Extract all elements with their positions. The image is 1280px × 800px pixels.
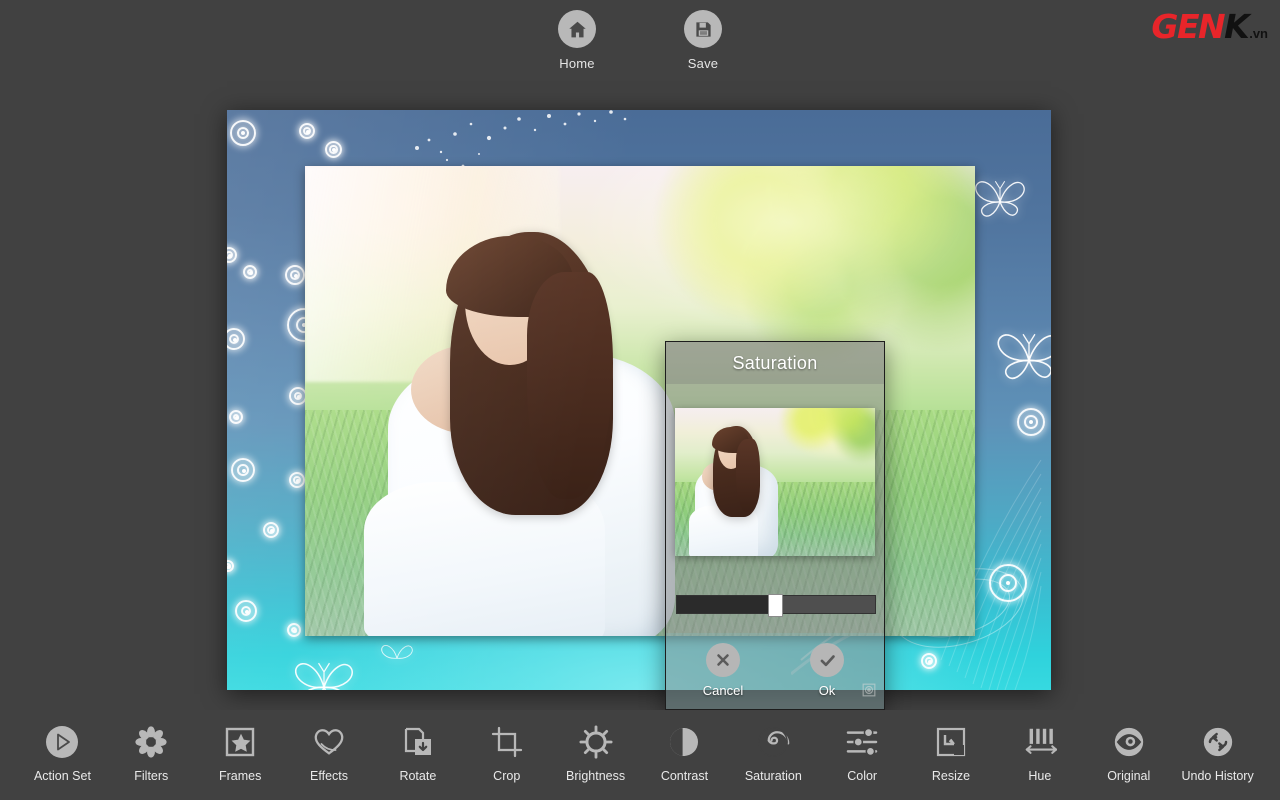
- tool-effects[interactable]: Effects: [285, 722, 374, 783]
- resize-grip-icon[interactable]: [862, 683, 876, 697]
- ring-decoration: [227, 247, 237, 263]
- ring-decoration: [231, 458, 255, 482]
- top-toolbar-items: Home Save: [0, 10, 1280, 71]
- frame-star-icon: [224, 722, 256, 762]
- tool-label: Rotate: [399, 768, 437, 783]
- tool-hue[interactable]: Hue: [995, 722, 1084, 783]
- ok-button[interactable]: Ok: [791, 643, 863, 698]
- ring-decoration: [287, 623, 301, 637]
- cancel-button[interactable]: Cancel: [687, 643, 759, 698]
- tool-label: Color: [847, 768, 878, 783]
- ring-decoration: [230, 120, 256, 146]
- tool-label: Brightness: [566, 768, 626, 783]
- tool-label: Undo History: [1181, 768, 1254, 783]
- crop-icon: [491, 722, 523, 762]
- tool-filters[interactable]: Filters: [107, 722, 196, 783]
- photo-editor-app: Home Save GEN K .vn Saturation Cancel Ok…: [0, 0, 1280, 800]
- slider-fill: [677, 596, 776, 613]
- ring-decoration: [285, 265, 305, 285]
- top-toolbar: Home Save GEN K .vn: [0, 0, 1280, 88]
- genk-logo: GEN K .vn: [1151, 10, 1268, 44]
- tool-brightness[interactable]: Brightness: [551, 722, 640, 783]
- tool-undo-history[interactable]: Undo History: [1173, 722, 1262, 783]
- tool-saturation[interactable]: Saturation: [729, 722, 818, 783]
- save-floppy-icon: [684, 10, 722, 48]
- tool-label: Action Set: [33, 768, 91, 783]
- check-icon: [810, 643, 844, 677]
- ring-decoration: [325, 141, 342, 158]
- dialog-preview-thumbnail: [675, 408, 875, 556]
- ring-decoration: [289, 472, 305, 488]
- resize-arrow-icon: [935, 722, 967, 762]
- heart-icon: [312, 722, 346, 762]
- home-label: Home: [559, 56, 595, 71]
- home-icon: [558, 10, 596, 48]
- sun-icon: [579, 722, 613, 762]
- hue-bars-icon: [1023, 722, 1057, 762]
- slider-thumb[interactable]: [768, 594, 783, 617]
- ring-decoration: [299, 123, 315, 139]
- tool-label: Resize: [931, 768, 971, 783]
- logo-vn-text: .vn: [1249, 26, 1268, 41]
- tool-label: Effects: [310, 768, 348, 783]
- bottom-toolbar: Action Set Filters Frames Effects Rotate…: [0, 710, 1280, 800]
- ring-decoration: [229, 410, 243, 424]
- tool-contrast[interactable]: Contrast: [640, 722, 729, 783]
- dialog-title: Saturation: [666, 342, 884, 384]
- undo-arrows-icon: [1201, 722, 1235, 762]
- sliders-icon: [845, 722, 879, 762]
- tool-resize[interactable]: Resize: [907, 722, 996, 783]
- ring-decoration: [263, 522, 279, 538]
- flower-icon: [134, 722, 168, 762]
- tool-color[interactable]: Color: [818, 722, 907, 783]
- ring-decoration: [243, 265, 257, 279]
- butterfly-decoration: [997, 333, 1051, 380]
- tool-frames[interactable]: Frames: [196, 722, 285, 783]
- tool-label: Contrast: [660, 768, 709, 783]
- tool-label: Frames: [218, 768, 262, 783]
- save-button[interactable]: Save: [666, 10, 740, 71]
- tool-label: Hue: [1028, 768, 1052, 783]
- eye-icon: [1112, 722, 1146, 762]
- ring-decoration: [921, 653, 937, 669]
- tool-label: Crop: [493, 768, 521, 783]
- saturation-dialog[interactable]: Saturation Cancel Ok: [665, 341, 885, 710]
- tool-label: Original: [1107, 768, 1151, 783]
- ring-decoration: [235, 600, 257, 622]
- home-button[interactable]: Home: [540, 10, 614, 71]
- butterfly-decoration: [975, 180, 1025, 217]
- butterfly-decoration: [381, 645, 413, 659]
- cancel-label: Cancel: [702, 683, 744, 698]
- tool-action-set[interactable]: Action Set: [18, 722, 107, 783]
- ring-decoration: [1017, 408, 1045, 436]
- tool-rotate[interactable]: Rotate: [373, 722, 462, 783]
- butterfly-decoration: [294, 662, 353, 690]
- rotate-page-icon: [402, 722, 434, 762]
- saturation-slider[interactable]: [676, 594, 876, 617]
- save-label: Save: [687, 56, 719, 71]
- logo-gen-text: GEN: [1151, 7, 1225, 46]
- editor-canvas[interactable]: [227, 110, 1051, 690]
- play-circle-icon: [44, 722, 80, 762]
- close-x-icon: [706, 643, 740, 677]
- contrast-half-circle-icon: [668, 722, 700, 762]
- ring-decoration: [227, 328, 245, 350]
- ok-label: Ok: [818, 683, 836, 698]
- decorative-frame-background: [227, 110, 1051, 690]
- ring-decoration: [989, 564, 1027, 602]
- tool-label: Filters: [134, 768, 169, 783]
- ring-decoration: [227, 560, 234, 572]
- logo-k-text: K: [1224, 7, 1250, 46]
- spiral-icon: [756, 722, 790, 762]
- tool-crop[interactable]: Crop: [462, 722, 551, 783]
- tool-original[interactable]: Original: [1084, 722, 1173, 783]
- tool-label: Saturation: [744, 768, 802, 783]
- dialog-actions: Cancel Ok: [666, 633, 884, 709]
